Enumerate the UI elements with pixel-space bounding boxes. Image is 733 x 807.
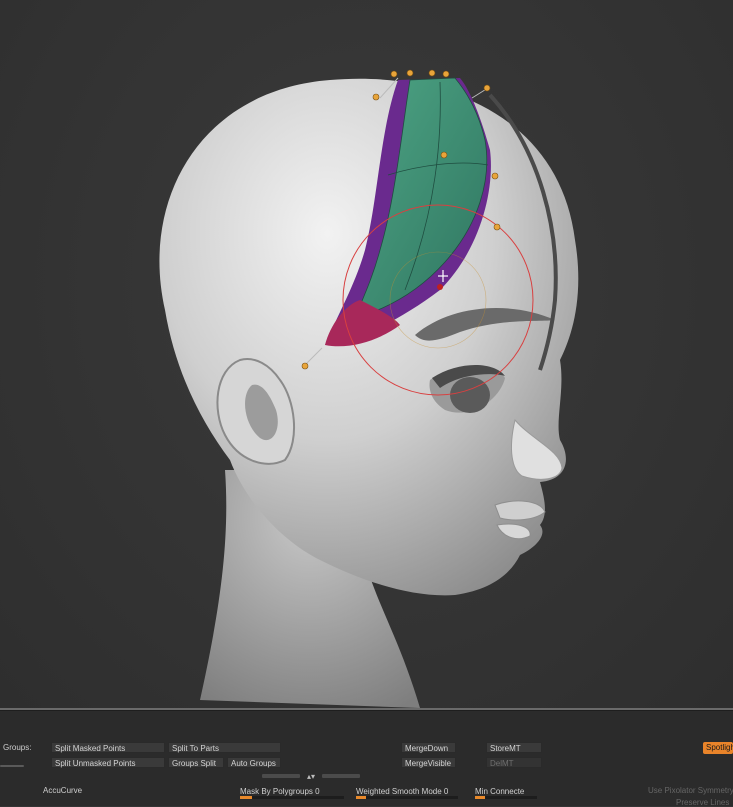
collapse-handle-right[interactable]	[322, 774, 360, 778]
split-masked-points-button[interactable]: Split Masked Points	[51, 742, 165, 753]
cursor-dot	[437, 284, 443, 290]
del-mt-button[interactable]: DelMT	[486, 757, 542, 768]
spotlight-button[interactable]: Spotligh	[703, 742, 733, 754]
sculpt-canvas[interactable]	[0, 0, 733, 708]
groups-underline	[0, 765, 24, 767]
mask-by-polygroups-track	[240, 796, 344, 799]
weighted-smooth-mode-fill	[356, 796, 366, 799]
collapse-handle-left[interactable]	[262, 774, 300, 778]
control-point	[406, 69, 414, 77]
split-unmasked-points-button[interactable]: Split Unmasked Points	[51, 757, 165, 768]
mask-by-polygroups-value: 0	[315, 787, 320, 796]
weighted-smooth-mode-track	[356, 796, 458, 799]
weighted-smooth-mode-value: 0	[443, 787, 449, 796]
mask-by-polygroups-fill	[240, 796, 252, 799]
weighted-smooth-mode-label: Weighted Smooth Mode	[356, 787, 442, 796]
pixolator-symmetry-toggle[interactable]: Use Pixolator Symmetry	[648, 786, 733, 795]
weighted-smooth-mode-slider[interactable]: Weighted Smooth Mode 0	[356, 787, 458, 799]
merge-down-button[interactable]: MergeDown	[401, 742, 456, 753]
preserve-lines-toggle[interactable]: Preserve Lines	[676, 798, 729, 807]
store-mt-button[interactable]: StoreMT	[486, 742, 542, 753]
control-point	[428, 69, 436, 77]
accucurve-toggle[interactable]: AccuCurve	[43, 786, 82, 795]
control-point	[372, 93, 380, 101]
merge-visible-button[interactable]: MergeVisible	[401, 757, 456, 768]
control-point	[440, 151, 448, 159]
3d-viewport[interactable]	[0, 0, 733, 708]
split-to-parts-button[interactable]: Split To Parts	[168, 742, 281, 753]
groups-split-button[interactable]: Groups Split	[168, 757, 224, 768]
control-point	[442, 70, 450, 78]
min-connected-fill	[475, 796, 485, 799]
collapse-arrows-icon[interactable]: ▴▾	[303, 773, 319, 781]
control-point	[491, 172, 499, 180]
control-point	[493, 223, 501, 231]
eyeball	[450, 377, 490, 413]
groups-label: Groups:	[3, 743, 32, 752]
mask-by-polygroups-slider[interactable]: Mask By Polygroups 0	[240, 787, 344, 799]
subtool-panel: Groups: Split Masked Points Split Unmask…	[0, 710, 733, 807]
mask-by-polygroups-label: Mask By Polygroups	[240, 787, 313, 796]
min-connected-label: Min Connecte	[475, 787, 525, 796]
control-point	[301, 362, 309, 370]
min-connected-slider[interactable]: Min Connecte	[475, 787, 537, 799]
control-point	[483, 84, 491, 92]
control-point	[390, 70, 398, 78]
auto-groups-button[interactable]: Auto Groups	[227, 757, 281, 768]
